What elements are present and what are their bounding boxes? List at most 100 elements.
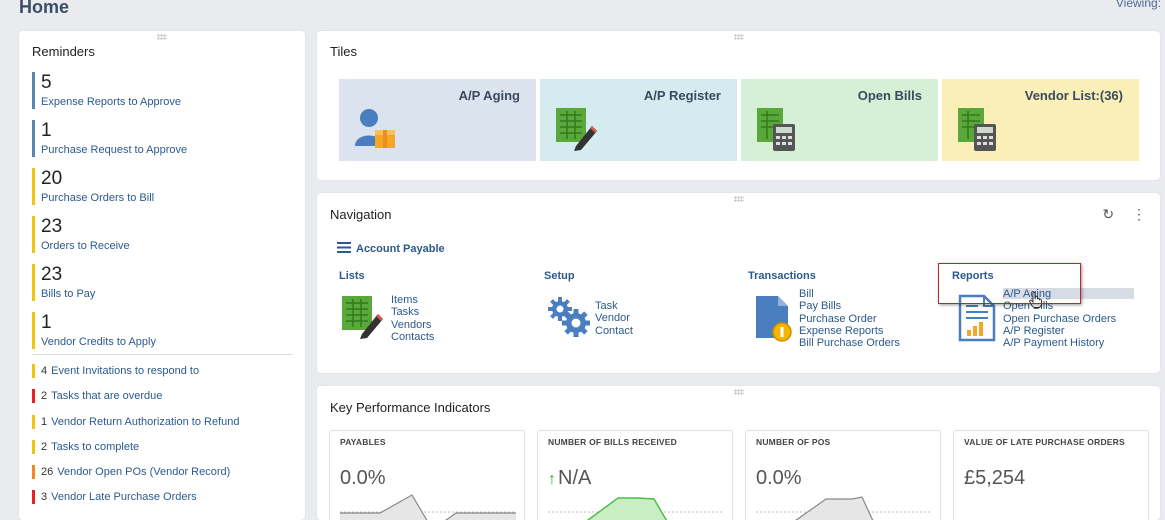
portlet-actions: ↻ ⋮ xyxy=(1088,206,1146,223)
reminder-count: 23 xyxy=(41,216,63,237)
nav-link-bill[interactable]: Bill xyxy=(799,288,900,300)
nav-link-expense-reports[interactable]: Expense Reports xyxy=(799,325,900,337)
reminder-bills-to-pay[interactable]: 23 Bills to Pay xyxy=(32,264,292,301)
nav-links-setup: Task Vendor Contact xyxy=(595,300,633,337)
reminder-label[interactable]: Vendor Credits to Apply xyxy=(41,336,292,349)
kpi-card-payables[interactable]: PAYABLES 0.0% xyxy=(329,430,525,520)
reminder-count: 5 xyxy=(41,72,52,93)
drag-handle[interactable] xyxy=(733,389,744,395)
kpi-card-number-of-pos[interactable]: NUMBER OF POS 0.0% xyxy=(745,430,941,520)
kpi-card-title: PAYABLES xyxy=(340,437,386,447)
more-options-icon[interactable]: ⋮ xyxy=(1132,206,1146,222)
tile-label: Open Bills xyxy=(857,88,922,103)
reminder-purchase-request[interactable]: 1 Purchase Request to Approve xyxy=(32,120,292,157)
gears-icon xyxy=(548,297,590,337)
hamburger-icon xyxy=(337,242,351,253)
reminder-purchase-orders-to-bill[interactable]: 20 Purchase Orders to Bill xyxy=(32,168,292,205)
reminder-label[interactable]: Vendor Open POs (Vendor Record) xyxy=(57,466,230,478)
reminder-event-invitations[interactable]: 4 Event Invitations to respond to xyxy=(32,364,297,378)
reminders-portlet: Reminders 5 Expense Reports to Approve 1… xyxy=(19,31,305,520)
reminder-label[interactable]: Bills to Pay xyxy=(41,288,292,301)
document-coin-icon xyxy=(756,296,792,342)
nav-link-contacts[interactable]: Contacts xyxy=(391,331,434,343)
kpi-card-value: £5,254 xyxy=(964,467,1026,489)
reminder-count: 1 xyxy=(41,312,52,333)
navigation-portlet: Navigation ↻ ⋮ Account Payable Lists Ite… xyxy=(317,193,1160,373)
annotation-highlight-box xyxy=(938,263,1081,304)
drag-handle[interactable] xyxy=(733,196,744,202)
kpi-card-title: NUMBER OF POS xyxy=(756,437,831,447)
tile-label: A/P Aging xyxy=(458,88,520,103)
reminder-expense-reports[interactable]: 5 Expense Reports to Approve xyxy=(32,72,292,109)
reminder-label[interactable]: Purchase Request to Approve xyxy=(41,144,292,157)
section-label: Account Payable xyxy=(356,243,445,255)
reminder-label[interactable]: Expense Reports to Approve xyxy=(41,96,292,109)
ledger-edit-icon xyxy=(342,296,383,339)
reminder-count: 26 xyxy=(41,466,54,478)
kpi-card-value: N/A xyxy=(558,467,592,489)
nav-links-transactions: Bill Pay Bills Purchase Order Expense Re… xyxy=(799,288,900,349)
reminder-count: 20 xyxy=(41,168,63,189)
nav-link-ap-register[interactable]: A/P Register xyxy=(1003,325,1116,337)
tile-ap-register[interactable]: A/P Register xyxy=(540,79,737,161)
reminder-tasks-overdue[interactable]: 2 Tasks that are overdue xyxy=(32,389,297,403)
sparkline xyxy=(548,497,724,520)
kpi-card-bills-received[interactable]: NUMBER OF BILLS RECEIVED ↑ N/A xyxy=(537,430,733,520)
calculator-sheet-icon xyxy=(958,108,996,151)
reminder-label[interactable]: Tasks that are overdue xyxy=(51,390,162,402)
tile-ap-aging[interactable]: A/P Aging xyxy=(339,79,536,161)
tiles-portlet: Tiles A/P Aging A/P Register Open Bills xyxy=(317,31,1160,180)
refresh-icon[interactable]: ↻ xyxy=(1102,206,1114,222)
account-payable-menu[interactable]: Account Payable xyxy=(337,242,445,255)
reminder-count: 3 xyxy=(41,491,48,503)
nav-link-bill-purchase-orders[interactable]: Bill Purchase Orders xyxy=(799,337,900,349)
tiles-title: Tiles xyxy=(330,44,357,59)
tile-label: A/P Register xyxy=(643,88,721,103)
reminder-orders-to-receive[interactable]: 23 Orders to Receive xyxy=(32,216,292,253)
nav-heading-lists: Lists xyxy=(339,270,365,282)
reminder-count: 1 xyxy=(41,120,52,141)
reminder-count: 2 xyxy=(41,390,48,402)
nav-link-vendor[interactable]: Vendor xyxy=(595,312,633,324)
reminder-vendor-return[interactable]: 1 Vendor Return Authorization to Refund xyxy=(32,415,297,429)
tile-open-bills[interactable]: Open Bills xyxy=(741,79,938,161)
reminder-label[interactable]: Vendor Late Purchase Orders xyxy=(51,491,197,503)
nav-link-task[interactable]: Task xyxy=(595,300,633,312)
reminder-vendor-late-pos[interactable]: 3 Vendor Late Purchase Orders xyxy=(32,490,297,504)
drag-handle[interactable] xyxy=(733,34,744,40)
nav-link-ap-payment-history[interactable]: A/P Payment History xyxy=(1003,337,1116,349)
drag-handle[interactable] xyxy=(157,34,167,40)
nav-link-tasks[interactable]: Tasks xyxy=(391,306,434,318)
kpi-card-value: 0.0% xyxy=(756,467,802,489)
nav-links-lists: Items Tasks Vendors Contacts xyxy=(391,294,434,343)
nav-heading-transactions: Transactions xyxy=(748,270,816,282)
nav-link-contact[interactable]: Contact xyxy=(595,325,633,337)
ledger-edit-icon xyxy=(556,108,597,151)
nav-link-vendors[interactable]: Vendors xyxy=(391,319,434,331)
kpi-card-value: 0.0% xyxy=(340,467,386,489)
reminder-vendor-credits[interactable]: 1 Vendor Credits to Apply xyxy=(32,312,292,349)
kpi-card-late-purchase-orders[interactable]: VALUE OF LATE PURCHASE ORDERS £5,254 xyxy=(953,430,1149,520)
reminder-vendor-open-pos[interactable]: 26 Vendor Open POs (Vendor Record) xyxy=(32,465,297,479)
nav-heading-setup: Setup xyxy=(544,270,575,282)
tile-vendor-list[interactable]: Vendor List:(36) xyxy=(942,79,1139,161)
divider xyxy=(32,354,293,355)
nav-link-pay-bills[interactable]: Pay Bills xyxy=(799,300,900,312)
viewing-label: Viewing: xyxy=(1115,0,1161,10)
nav-link-purchase-order[interactable]: Purchase Order xyxy=(799,313,900,325)
nav-link-items[interactable]: Items xyxy=(391,294,434,306)
reminder-label[interactable]: Orders to Receive xyxy=(41,240,292,253)
reminder-label[interactable]: Event Invitations to respond to xyxy=(51,365,199,377)
reminder-label[interactable]: Purchase Orders to Bill xyxy=(41,192,292,205)
nav-link-open-purchase-orders[interactable]: Open Purchase Orders xyxy=(1003,313,1116,325)
reminder-count: 4 xyxy=(41,365,48,377)
reminder-label[interactable]: Tasks to complete xyxy=(51,441,139,453)
trend-up-icon: ↑ xyxy=(548,471,556,488)
sparkline xyxy=(340,494,516,520)
reminder-tasks-to-complete[interactable]: 2 Tasks to complete xyxy=(32,440,297,454)
kpi-card-title: NUMBER OF BILLS RECEIVED xyxy=(548,437,678,447)
reminder-count: 1 xyxy=(41,416,48,428)
reminder-label[interactable]: Vendor Return Authorization to Refund xyxy=(51,416,239,428)
kpi-card-title: VALUE OF LATE PURCHASE ORDERS xyxy=(964,437,1125,447)
calculator-sheet-icon xyxy=(757,108,795,151)
